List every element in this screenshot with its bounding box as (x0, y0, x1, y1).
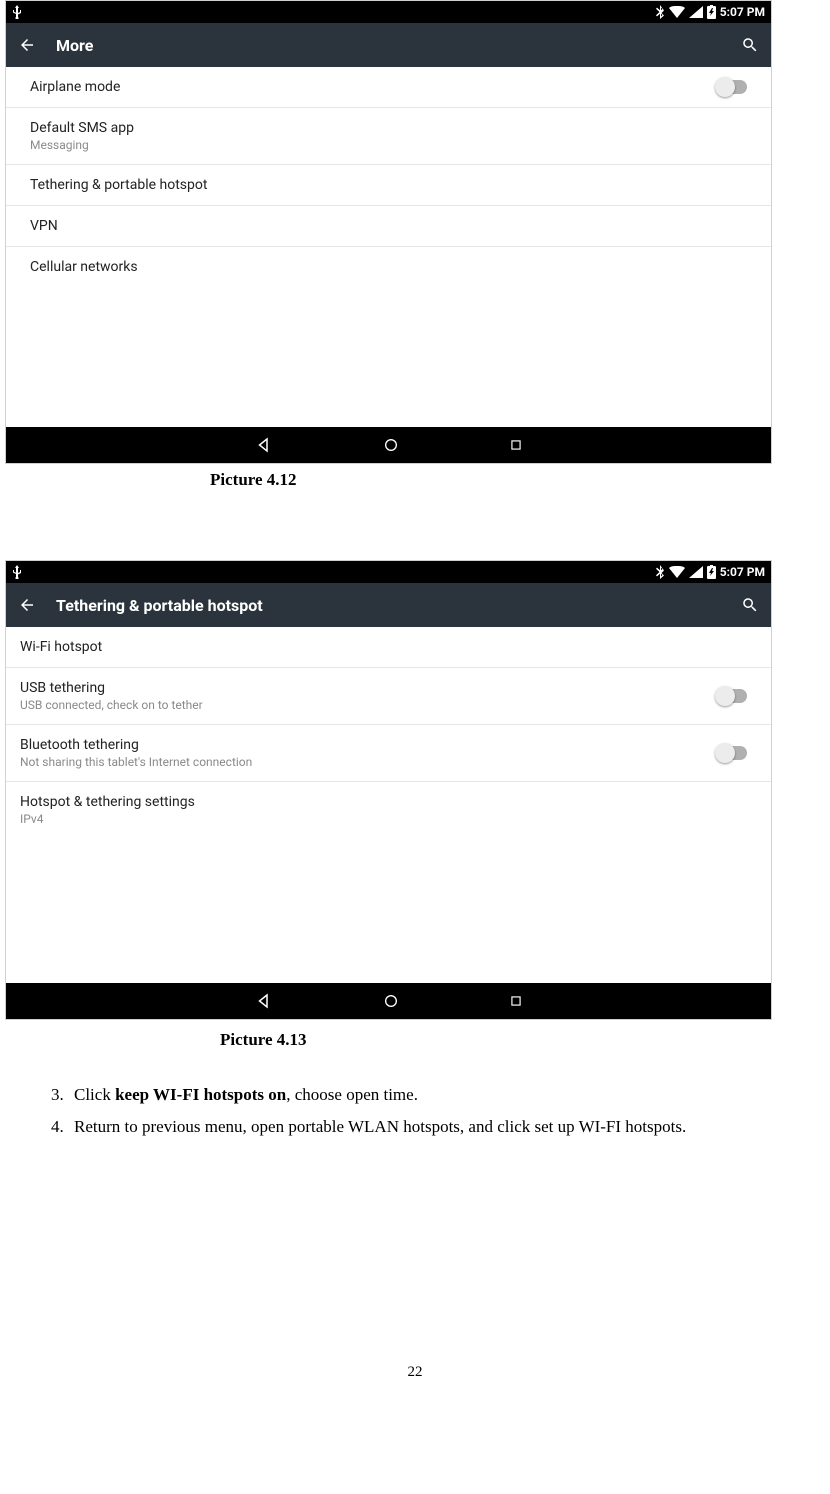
blank-area (6, 287, 771, 427)
back-arrow-icon[interactable] (18, 596, 36, 614)
page-number: 22 (0, 1144, 830, 1399)
toggle-bluetooth-tethering[interactable] (717, 746, 747, 760)
row-usb-tethering[interactable]: USB tethering USB connected, check on to… (6, 668, 771, 725)
instruction-list: Click keep WI-FI hotspots on, choose ope… (0, 1080, 830, 1142)
bluetooth-icon (655, 5, 665, 19)
usb-icon (12, 565, 22, 579)
android-nav-bar (6, 983, 771, 1019)
text: , choose open time. (286, 1085, 418, 1104)
status-bar: 5:07 PM (6, 1, 771, 23)
row-bluetooth-tethering[interactable]: Bluetooth tethering Not sharing this tab… (6, 725, 771, 782)
row-title: Wi-Fi hotspot (20, 639, 747, 655)
text: Click (74, 1085, 115, 1104)
row-title: Airplane mode (30, 79, 705, 95)
row-wifi-hotspot[interactable]: Wi-Fi hotspot (6, 627, 771, 668)
row-default-sms[interactable]: Default SMS app Messaging (6, 108, 771, 165)
row-title: Hotspot & tethering settings (20, 794, 747, 810)
row-subtitle: USB connected, check on to tether (20, 698, 705, 712)
nav-home-icon[interactable] (383, 993, 399, 1009)
row-hotspot-settings[interactable]: Hotspot & tethering settings IPv4 (6, 782, 771, 838)
text-bold: keep WI-FI hotspots on (115, 1085, 286, 1104)
screenshot-tethering: 5:07 PM Tethering & portable hotspot Wi-… (5, 560, 772, 1020)
status-time: 5:07 PM (720, 565, 765, 579)
back-arrow-icon[interactable] (18, 36, 36, 54)
app-bar: More (6, 23, 771, 67)
toggle-airplane[interactable] (717, 80, 747, 94)
bluetooth-icon (655, 565, 665, 579)
caption-1: Picture 4.12 (0, 464, 830, 510)
nav-recent-icon[interactable] (509, 438, 523, 452)
row-subtitle: IPv4 (20, 812, 747, 826)
row-title: Tethering & portable hotspot (30, 177, 747, 193)
android-nav-bar (6, 427, 771, 463)
instruction-item-4: Return to previous menu, open portable W… (68, 1112, 830, 1142)
appbar-title: Tethering & portable hotspot (56, 596, 721, 615)
nav-back-icon[interactable] (255, 992, 273, 1010)
search-icon[interactable] (741, 36, 759, 54)
row-tethering[interactable]: Tethering & portable hotspot (6, 165, 771, 206)
settings-list: Airplane mode Default SMS app Messaging … (6, 67, 771, 287)
row-title: VPN (30, 218, 747, 234)
app-bar: Tethering & portable hotspot (6, 583, 771, 627)
row-vpn[interactable]: VPN (6, 206, 771, 247)
row-subtitle: Messaging (30, 138, 747, 152)
nav-home-icon[interactable] (383, 437, 399, 453)
usb-icon (12, 5, 22, 19)
wifi-icon (669, 6, 685, 18)
row-cellular[interactable]: Cellular networks (6, 247, 771, 287)
row-title: USB tethering (20, 680, 705, 696)
settings-list: Wi-Fi hotspot USB tethering USB connecte… (6, 627, 771, 838)
screenshot-more-settings: 5:07 PM More Airplane mode Default SMS a… (5, 0, 772, 464)
instruction-item-3: Click keep WI-FI hotspots on, choose ope… (68, 1080, 830, 1110)
search-icon[interactable] (741, 596, 759, 614)
row-title: Cellular networks (30, 259, 747, 275)
caption-2: Picture 4.13 (0, 1020, 830, 1080)
row-airplane-mode[interactable]: Airplane mode (6, 67, 771, 108)
row-subtitle: Not sharing this tablet's Internet conne… (20, 755, 705, 769)
signal-icon (689, 6, 703, 18)
signal-icon (689, 566, 703, 578)
nav-back-icon[interactable] (255, 436, 273, 454)
blank-area (6, 838, 771, 983)
battery-icon (707, 5, 716, 19)
toggle-usb-tethering[interactable] (717, 689, 747, 703)
row-title: Default SMS app (30, 120, 747, 136)
status-bar: 5:07 PM (6, 561, 771, 583)
nav-recent-icon[interactable] (509, 994, 523, 1008)
status-time: 5:07 PM (720, 5, 765, 19)
appbar-title: More (56, 36, 721, 55)
battery-icon (707, 565, 716, 579)
row-title: Bluetooth tethering (20, 737, 705, 753)
wifi-icon (669, 566, 685, 578)
